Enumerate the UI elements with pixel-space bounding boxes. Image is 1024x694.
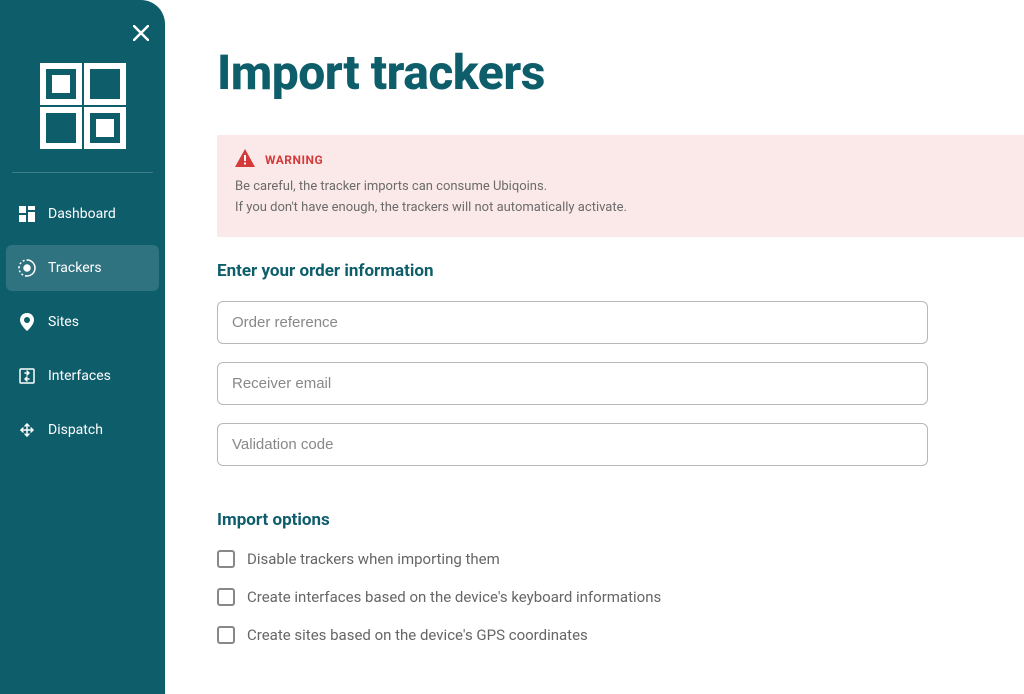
sidebar-item-label: Dispatch	[48, 422, 103, 438]
sidebar-item-dispatch[interactable]: Dispatch	[6, 407, 159, 453]
warning-title: WARNING	[265, 153, 323, 167]
validation-code-input[interactable]	[217, 423, 928, 466]
warning-line1: Be careful, the tracker imports can cons…	[235, 177, 1006, 198]
checkbox-icon	[217, 550, 235, 568]
sidebar-item-label: Interfaces	[48, 368, 111, 384]
import-options-section: Import options Disable trackers when imp…	[217, 510, 1024, 644]
receiver-email-input[interactable]	[217, 362, 928, 405]
option-create-sites[interactable]: Create sites based on the device's GPS c…	[217, 626, 1024, 644]
import-options-title: Import options	[217, 510, 1024, 530]
sidebar-item-trackers[interactable]: Trackers	[6, 245, 159, 291]
order-form	[217, 301, 1024, 484]
dashboard-icon	[18, 205, 36, 223]
option-create-interfaces[interactable]: Create interfaces based on the device's …	[217, 588, 1024, 606]
divider	[12, 172, 153, 173]
checkbox-icon	[217, 588, 235, 606]
order-info-section-title: Enter your order information	[217, 261, 1024, 281]
checkbox-label: Create interfaces based on the device's …	[247, 588, 661, 606]
sidebar-item-dashboard[interactable]: Dashboard	[6, 191, 159, 237]
main-content: Import trackers WARNING Be careful, the …	[165, 0, 1024, 694]
checkbox-icon	[217, 626, 235, 644]
checkbox-label: Create sites based on the device's GPS c…	[247, 626, 588, 644]
interfaces-icon	[18, 367, 36, 385]
close-icon[interactable]	[133, 22, 149, 46]
sidebar-item-sites[interactable]: Sites	[6, 299, 159, 345]
warning-banner: WARNING Be careful, the tracker imports …	[217, 135, 1024, 237]
warning-icon	[235, 149, 255, 171]
pin-icon	[18, 313, 36, 331]
app-logo	[37, 60, 129, 152]
sidebar-item-label: Trackers	[48, 260, 102, 276]
dispatch-icon	[18, 421, 36, 439]
warning-line2: If you don't have enough, the trackers w…	[235, 198, 1006, 219]
page-title: Import trackers	[217, 44, 1024, 101]
sidebar-item-label: Dashboard	[48, 206, 116, 222]
sidebar-item-interfaces[interactable]: Interfaces	[6, 353, 159, 399]
nav: Dashboard Trackers Sites Interfaces Disp…	[0, 187, 165, 457]
sidebar: Dashboard Trackers Sites Interfaces Disp…	[0, 0, 165, 694]
checkbox-label: Disable trackers when importing them	[247, 550, 500, 568]
sidebar-item-label: Sites	[48, 314, 79, 330]
order-reference-input[interactable]	[217, 301, 928, 344]
trackers-icon	[18, 259, 36, 277]
option-disable-trackers[interactable]: Disable trackers when importing them	[217, 550, 1024, 568]
